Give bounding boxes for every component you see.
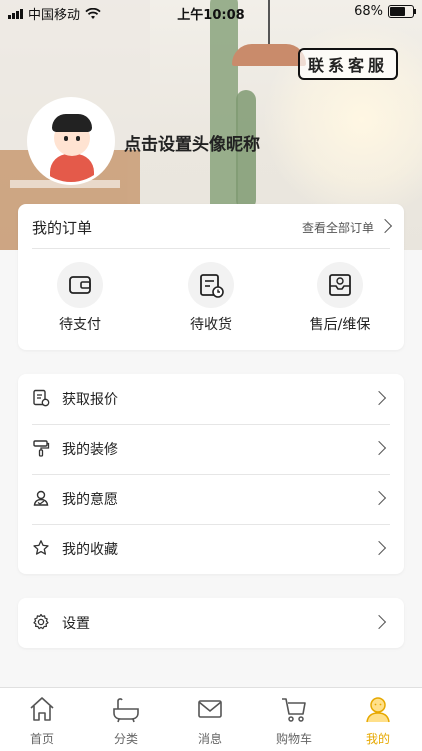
avatar-hair	[52, 114, 92, 132]
battery-percent: 68%	[354, 4, 383, 19]
menu-item-quote[interactable]: 获取报价	[32, 374, 390, 425]
chevron-right-icon	[371, 540, 387, 556]
user-intent-icon	[33, 490, 49, 506]
chevron-right-icon	[371, 440, 387, 456]
after-sales-icon	[317, 262, 363, 308]
mail-icon	[198, 700, 222, 718]
view-all-orders-link[interactable]: 查看全部订单	[302, 219, 374, 236]
tab-bar: 首页 分类 消息 购物车 我的	[0, 687, 422, 751]
background-lamp	[232, 44, 306, 66]
order-pending-receipt-label: 待收货	[190, 317, 232, 333]
orders-card: 我的订单 查看全部订单 待支付 待收货 售后/维保	[18, 204, 404, 350]
tab-label: 首页	[29, 732, 54, 746]
status-bar: 中国移动 上午10:08 68%	[0, 0, 422, 24]
cart-icon	[282, 698, 306, 722]
battery-icon	[388, 5, 416, 18]
home-icon	[30, 697, 54, 721]
menu-item-label: 获取报价	[62, 392, 118, 408]
order-pending-payment-label: 待支付	[59, 317, 101, 333]
nickname-prompt[interactable]: 点击设置头像昵称	[124, 130, 260, 155]
tab-label: 消息	[197, 732, 222, 746]
bathtub-icon	[113, 698, 139, 723]
tab-label: 购物车	[275, 732, 312, 746]
paint-roller-icon	[33, 440, 50, 457]
avatar[interactable]	[30, 100, 112, 182]
chevron-right-icon	[377, 218, 393, 234]
order-after-sales[interactable]: 售后/维保	[290, 262, 390, 334]
avatar-body	[50, 154, 94, 182]
menu-item-renovation[interactable]: 我的装修	[32, 424, 390, 475]
menu-card: 获取报价 我的装修 我的意愿 我的收藏	[18, 374, 404, 574]
tab-profile[interactable]: 我的	[338, 694, 418, 747]
tab-label: 分类	[113, 732, 138, 746]
settings-card: 设置	[18, 598, 404, 648]
settings-label: 设置	[62, 616, 90, 632]
tab-messages[interactable]: 消息	[170, 694, 250, 747]
menu-item-settings[interactable]: 设置	[32, 598, 390, 648]
quote-icon	[33, 389, 50, 407]
order-pending-receipt[interactable]: 待收货	[161, 262, 261, 334]
delivery-icon	[188, 262, 234, 308]
tab-category[interactable]: 分类	[86, 694, 166, 747]
order-pending-payment[interactable]: 待支付	[30, 262, 130, 334]
chevron-right-icon	[371, 614, 387, 630]
wallet-icon	[57, 262, 103, 308]
background-cactus	[210, 0, 238, 230]
tab-home[interactable]: 首页	[2, 694, 82, 747]
star-icon	[33, 540, 49, 555]
menu-item-label: 我的收藏	[62, 542, 118, 558]
customer-service-button[interactable]: 联系客服	[298, 48, 398, 80]
tab-cart[interactable]: 购物车	[254, 694, 334, 747]
orders-title: 我的订单	[32, 219, 93, 237]
menu-item-label: 我的装修	[62, 442, 118, 458]
menu-item-label: 我的意愿	[62, 492, 118, 508]
orders-header: 我的订单 查看全部订单	[32, 204, 393, 249]
menu-item-favorites[interactable]: 我的收藏	[32, 524, 390, 574]
order-after-sales-label: 售后/维保	[309, 317, 371, 333]
profile-icon	[366, 697, 390, 723]
chevron-right-icon	[371, 490, 387, 506]
menu-item-intent[interactable]: 我的意愿	[32, 474, 390, 525]
tab-label: 我的	[365, 732, 390, 746]
gear-icon	[33, 613, 49, 630]
chevron-right-icon	[371, 390, 387, 406]
